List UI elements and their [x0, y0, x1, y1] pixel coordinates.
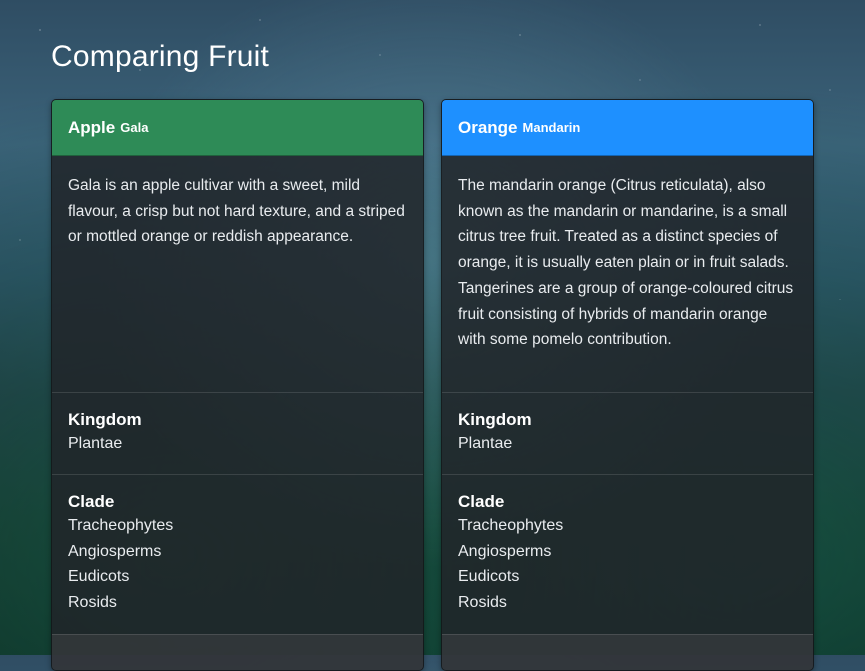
clade-item: Rosids: [458, 594, 507, 612]
clade-section: Clade Tracheophytes Angiosperms Eudicots…: [52, 474, 423, 634]
clade-item: Eudicots: [458, 568, 520, 586]
clade-item: Eudicots: [68, 568, 130, 586]
card-header: Apple Gala: [52, 100, 423, 156]
fruit-variety: Mandarin: [522, 120, 581, 135]
kingdom-value: Plantae: [458, 435, 513, 452]
fruit-variety: Gala: [120, 120, 149, 135]
next-section: [442, 634, 813, 670]
fruit-name: Orange: [458, 117, 518, 137]
clade-item: Angiosperms: [68, 542, 162, 560]
card-header: Orange Mandarin: [442, 100, 813, 156]
clade-item: Tracheophytes: [68, 517, 174, 534]
clade-list: Tracheophytes Angiosperms Eudicots Rosid…: [458, 513, 797, 616]
kingdom-title: Kingdom: [68, 410, 142, 429]
kingdom-value: Plantae: [68, 435, 123, 452]
kingdom-section: Kingdom Plantae: [442, 392, 813, 474]
next-section: [52, 634, 423, 670]
clade-title: Clade: [68, 492, 115, 511]
clade-item: Tracheophytes: [458, 517, 564, 534]
fruit-description: The mandarin orange (Citrus reticulata),…: [458, 177, 794, 349]
fruit-card-apple: Apple Gala Gala is an apple cultivar wit…: [51, 99, 424, 671]
clade-title: Clade: [458, 492, 505, 511]
fruit-card-orange: Orange Mandarin The mandarin orange (Cit…: [441, 99, 814, 671]
kingdom-title: Kingdom: [458, 410, 532, 429]
clade-list: Tracheophytes Angiosperms Eudicots Rosid…: [68, 513, 407, 616]
fruit-description: Gala is an apple cultivar with a sweet, …: [68, 177, 405, 246]
clade-section: Clade Tracheophytes Angiosperms Eudicots…: [442, 474, 813, 634]
kingdom-section: Kingdom Plantae: [52, 392, 423, 474]
clade-item: Angiosperms: [458, 542, 552, 560]
clade-item: Rosids: [68, 594, 117, 612]
fruit-name: Apple: [68, 117, 116, 137]
page-title: Comparing Fruit: [51, 40, 270, 73]
fruit-comparison: Apple Gala Gala is an apple cultivar wit…: [51, 99, 814, 671]
